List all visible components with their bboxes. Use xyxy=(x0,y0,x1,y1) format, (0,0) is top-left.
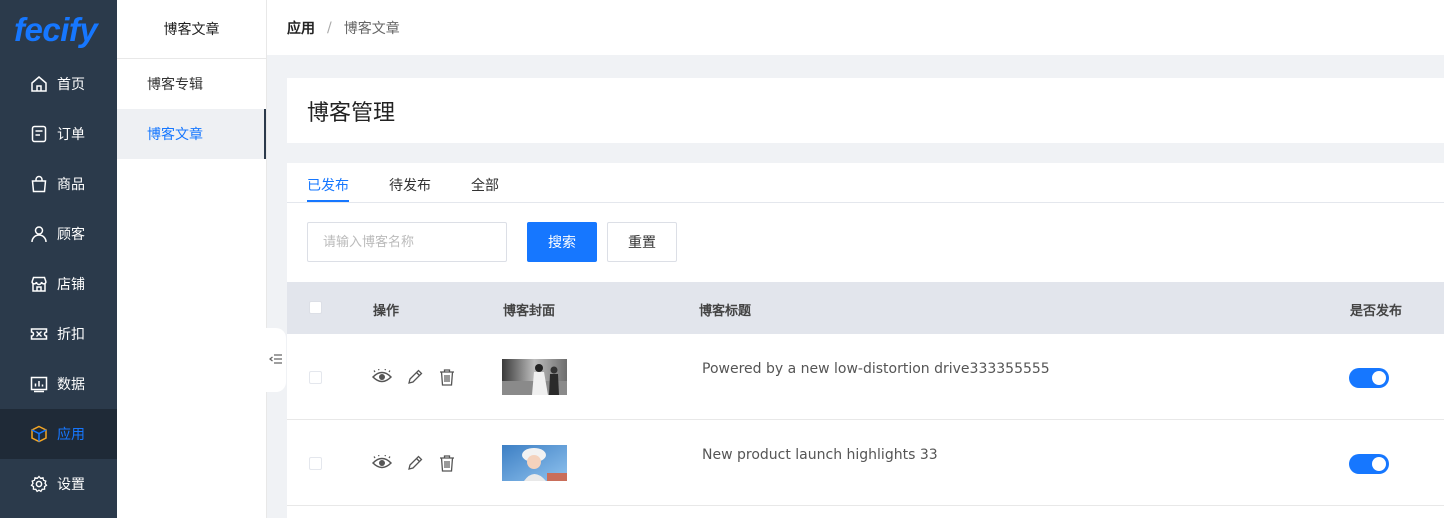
order-icon xyxy=(30,125,48,143)
table-row: Powered by a new low-distortion drive333… xyxy=(287,334,1444,420)
edit-icon[interactable] xyxy=(406,454,424,472)
breadcrumb-current: 博客文章 xyxy=(343,20,400,37)
row-actions xyxy=(372,368,470,386)
home-icon xyxy=(30,75,48,93)
blog-list-panel: 已发布 待发布 全部 搜索 重置 操作 博客封面 博客标题 是否发布 Power… xyxy=(287,163,1444,518)
collapse-sidebar-button[interactable] xyxy=(266,328,286,392)
row-checkbox[interactable] xyxy=(309,457,322,470)
user-icon xyxy=(30,225,48,243)
subnav-item-label: 博客专辑 xyxy=(147,77,203,93)
sidebar-item-apps[interactable]: 应用 xyxy=(0,409,117,459)
table-row: New product launch highlights 33 xyxy=(287,420,1444,506)
page-title: 博客管理 xyxy=(307,100,396,126)
sidebar-item-settings[interactable]: 设置 xyxy=(0,459,117,509)
breadcrumb: 应用 / 博客文章 xyxy=(267,0,1444,55)
ticket-icon xyxy=(30,325,48,343)
page-header: 博客管理 xyxy=(287,78,1444,143)
select-all-checkbox[interactable] xyxy=(309,301,322,314)
main-sidebar: fecify 首页 订单 商品 顾客 店铺 折扣 数据 应用 设置 xyxy=(0,0,117,518)
blog-cover-image[interactable] xyxy=(502,359,567,395)
sidebar-item-store[interactable]: 店铺 xyxy=(0,259,117,309)
sidebar-item-customers[interactable]: 顾客 xyxy=(0,209,117,259)
logo-text: fecify xyxy=(14,10,98,48)
edit-icon[interactable] xyxy=(406,368,424,386)
bag-icon xyxy=(30,175,48,193)
publish-toggle[interactable] xyxy=(1349,368,1389,388)
subnav-title: 博客文章 xyxy=(117,0,266,59)
tab-pending[interactable]: 待发布 xyxy=(389,175,431,195)
blog-name-search-input[interactable] xyxy=(307,222,507,262)
sidebar-item-products[interactable]: 商品 xyxy=(0,159,117,209)
tab-published[interactable]: 已发布 xyxy=(307,175,349,195)
reset-button[interactable]: 重置 xyxy=(607,222,677,262)
subnav-item-blog-articles[interactable]: 博客文章 xyxy=(117,109,266,159)
sidebar-item-label: 折扣 xyxy=(57,327,85,343)
column-header-title: 博客标题 xyxy=(699,304,752,319)
sidebar-item-home[interactable]: 首页 xyxy=(0,59,117,109)
blog-title[interactable]: Powered by a new low-distortion drive333… xyxy=(702,361,1050,377)
breadcrumb-separator: / xyxy=(327,19,332,36)
logo[interactable]: fecify xyxy=(0,0,117,59)
gear-icon xyxy=(30,475,48,493)
active-tab-indicator xyxy=(307,200,349,202)
collapse-icon xyxy=(268,351,283,370)
tab-all[interactable]: 全部 xyxy=(471,175,499,195)
status-tabs: 已发布 待发布 全部 xyxy=(287,163,1444,203)
blog-cover-image[interactable] xyxy=(502,445,567,481)
column-header-published[interactable]: 是否发布 xyxy=(1350,300,1402,319)
view-icon[interactable] xyxy=(372,455,392,471)
sidebar-item-data[interactable]: 数据 xyxy=(0,359,117,409)
delete-icon[interactable] xyxy=(438,454,456,472)
cube-icon xyxy=(30,425,48,443)
row-actions xyxy=(372,454,470,472)
column-header-cover: 博客封面 xyxy=(503,304,556,319)
subnav-item-label: 博客文章 xyxy=(147,127,203,143)
sidebar-item-label: 设置 xyxy=(57,477,85,493)
sidebar-item-label: 数据 xyxy=(57,377,85,393)
table-header: 操作 博客封面 博客标题 是否发布 xyxy=(287,282,1444,334)
view-icon[interactable] xyxy=(372,369,392,385)
sidebar-item-label: 订单 xyxy=(57,127,85,143)
sidebar-item-orders[interactable]: 订单 xyxy=(0,109,117,159)
sidebar-item-discounts[interactable]: 折扣 xyxy=(0,309,117,359)
breadcrumb-root[interactable]: 应用 xyxy=(287,18,315,38)
publish-toggle[interactable] xyxy=(1349,454,1389,474)
sidebar-item-label: 商品 xyxy=(57,177,85,193)
subnav-item-blog-albums[interactable]: 博客专辑 xyxy=(117,59,266,109)
secondary-sidebar: 博客文章 博客专辑 博客文章 xyxy=(117,0,267,518)
sidebar-item-label: 首页 xyxy=(57,77,85,93)
sidebar-item-label: 应用 xyxy=(57,427,85,443)
delete-icon[interactable] xyxy=(438,368,456,386)
chart-icon xyxy=(30,375,48,393)
sidebar-item-label: 店铺 xyxy=(57,277,85,293)
sidebar-item-label: 顾客 xyxy=(57,227,85,243)
row-checkbox[interactable] xyxy=(309,371,322,384)
column-header-action: 操作 xyxy=(373,304,400,319)
store-icon xyxy=(30,275,48,293)
blog-title[interactable]: New product launch highlights 33 xyxy=(702,447,938,463)
search-button[interactable]: 搜索 xyxy=(527,222,597,262)
